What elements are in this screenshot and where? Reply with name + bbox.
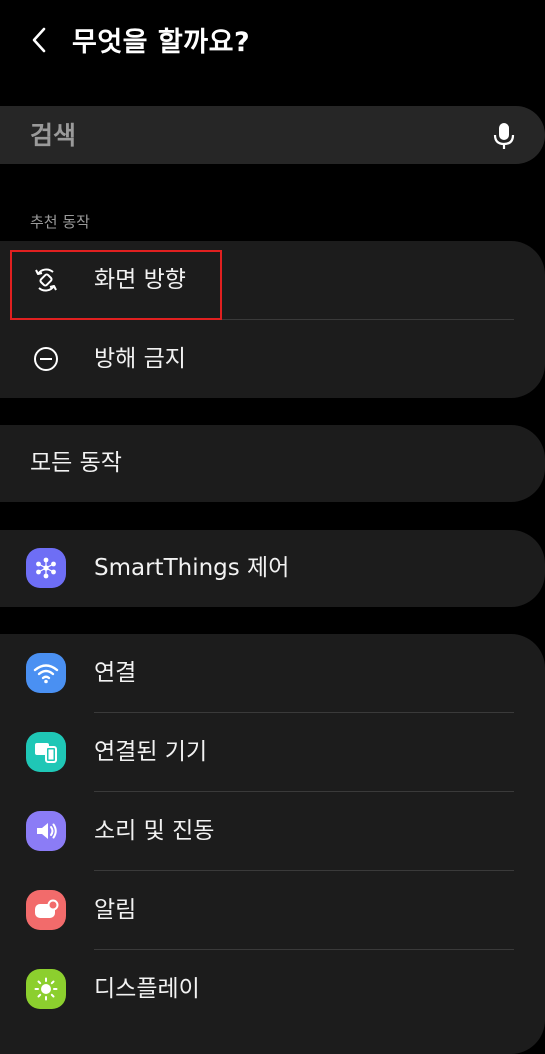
page-title: 무엇을 할까요? <box>72 27 251 58</box>
all-actions-card[interactable]: 모든 동작 <box>0 425 545 502</box>
setting-label: 알림 <box>94 897 137 923</box>
back-arrow-icon <box>32 27 46 53</box>
setting-label: 디스플레이 <box>94 976 200 1002</box>
do-not-disturb-icon <box>26 339 66 379</box>
devices-icon <box>26 732 66 772</box>
setting-item-connections[interactable]: 연결 <box>0 634 545 712</box>
setting-item-display[interactable]: 디스플레이 <box>0 950 545 1028</box>
setting-item-connected-devices[interactable]: 연결된 기기 <box>0 713 545 791</box>
smartthings-label: SmartThings 제어 <box>94 555 290 581</box>
volume-icon <box>26 811 66 851</box>
mic-button[interactable] <box>490 121 518 151</box>
setting-item-sound-vibration[interactable]: 소리 및 진동 <box>0 792 545 870</box>
microphone-icon <box>493 123 515 149</box>
display-icon-wrap <box>26 969 66 1009</box>
display-icon <box>26 969 66 1009</box>
settings-card: 연결 연결된 기기 소리 및 진동 알림 디스플레이 <box>0 634 545 1054</box>
smartthings-icon-wrap <box>26 548 66 588</box>
notification-icon <box>26 890 66 930</box>
search-input[interactable] <box>30 106 450 164</box>
setting-item-notifications[interactable]: 알림 <box>0 871 545 949</box>
action-item-do-not-disturb[interactable]: 방해 금지 <box>0 320 545 398</box>
all-actions-label: 모든 동작 <box>30 450 122 476</box>
action-label: 방해 금지 <box>94 346 186 372</box>
back-button[interactable] <box>22 22 56 58</box>
section-label-recommended: 추천 동작 <box>30 213 90 231</box>
setting-label: 연결 <box>94 660 137 686</box>
search-bar[interactable] <box>0 106 545 164</box>
highlight-box <box>10 250 222 320</box>
wifi-icon <box>26 653 66 693</box>
setting-label: 소리 및 진동 <box>94 818 215 844</box>
smartthings-card[interactable]: SmartThings 제어 <box>0 530 545 607</box>
notification-icon-wrap <box>26 890 66 930</box>
volume-icon-wrap <box>26 811 66 851</box>
devices-icon-wrap <box>26 732 66 772</box>
wifi-icon-wrap <box>26 653 66 693</box>
header: 무엇을 할까요? <box>0 0 545 80</box>
smartthings-icon <box>26 548 66 588</box>
setting-label: 연결된 기기 <box>94 739 208 765</box>
